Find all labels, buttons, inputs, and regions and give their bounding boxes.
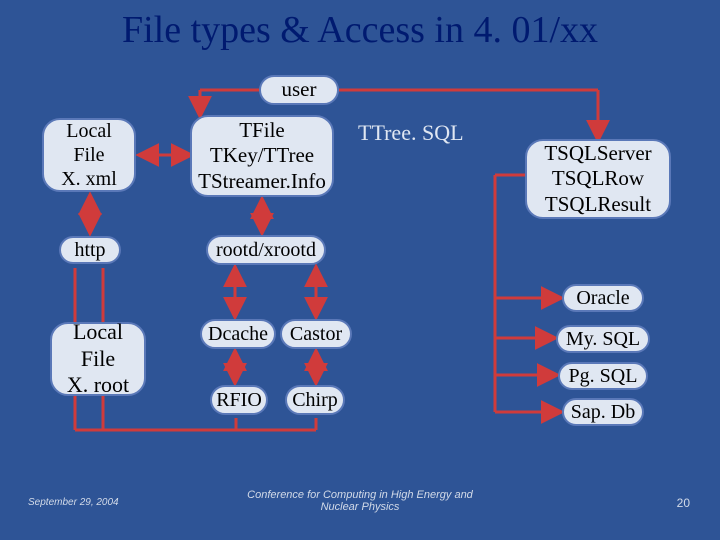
footer-conference: Conference for Computing in High Energy … bbox=[0, 489, 720, 514]
node-oracle: Oracle bbox=[562, 284, 644, 312]
node-mysql: My. SQL bbox=[556, 325, 650, 353]
node-local-file-xml: LocalFileX. xml bbox=[42, 118, 136, 192]
label-ttree-sql: TTree. SQL bbox=[358, 120, 464, 146]
connectors bbox=[0, 0, 720, 540]
node-tsqlserver: TSQLServerTSQLRowTSQLResult bbox=[525, 139, 671, 219]
node-pgsql: Pg. SQL bbox=[558, 362, 648, 390]
node-local-file-root: LocalFileX. root bbox=[50, 322, 146, 396]
node-sapdb: Sap. Db bbox=[562, 398, 644, 426]
node-chirp: Chirp bbox=[285, 385, 345, 415]
slide-title: File types & Access in 4. 01/xx bbox=[0, 0, 720, 52]
node-castor: Castor bbox=[280, 319, 352, 349]
footer-page-number: 20 bbox=[677, 496, 690, 510]
node-rootd: rootd/xrootd bbox=[206, 235, 326, 265]
node-user: user bbox=[259, 75, 339, 105]
node-http: http bbox=[59, 236, 121, 264]
node-rfio: RFIO bbox=[210, 385, 268, 415]
node-dcache: Dcache bbox=[200, 319, 276, 349]
node-tfile: TFileTKey/TTreeTStreamer.Info bbox=[190, 115, 334, 197]
